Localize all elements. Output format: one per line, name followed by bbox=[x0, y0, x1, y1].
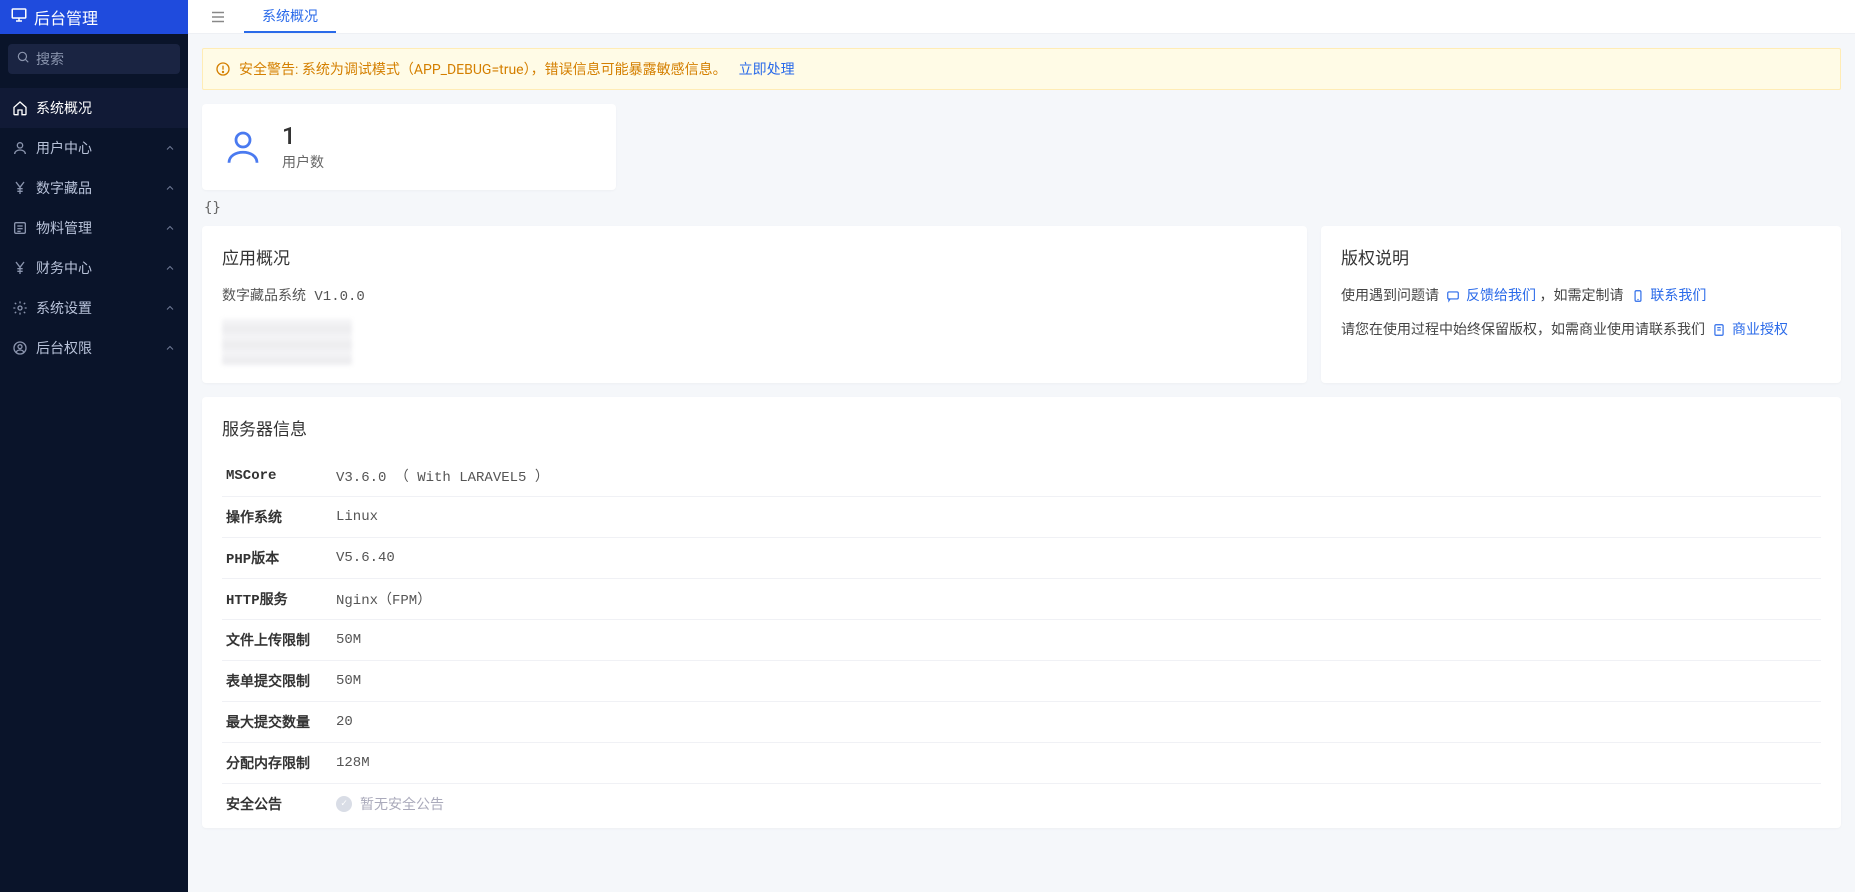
sidebar-item-label: 数字藏品 bbox=[36, 178, 92, 198]
server-key: HTTP服务 bbox=[222, 579, 332, 620]
message-icon bbox=[1446, 289, 1460, 303]
panel-app-overview: 应用概况 数字藏品系统 V1.0.0 bbox=[202, 226, 1307, 383]
panel-server-info: 服务器信息 MSCoreV3.6.0 （ With LARAVEL5 ）操作系统… bbox=[202, 397, 1841, 828]
phone-icon bbox=[1631, 289, 1645, 303]
sidebar-item-3[interactable]: 物料管理 bbox=[0, 208, 188, 248]
yen-icon bbox=[12, 180, 28, 196]
sidebar-item-6[interactable]: 后台权限 bbox=[0, 328, 188, 368]
tabs-bar: 系统概况 bbox=[188, 0, 1855, 34]
server-key: 最大提交数量 bbox=[222, 702, 332, 743]
redacted-block bbox=[222, 319, 352, 365]
server-row: PHP版本V5.6.40 bbox=[222, 538, 1821, 579]
check-circle-icon bbox=[336, 796, 352, 812]
chevron-up-icon bbox=[164, 142, 176, 154]
server-row: 文件上传限制50M bbox=[222, 620, 1821, 661]
link-contact[interactable]: 联系我们 bbox=[1650, 288, 1706, 304]
server-value: V3.6.0 （ With LARAVEL5 ） bbox=[332, 456, 1821, 497]
server-value: 20 bbox=[332, 702, 1821, 743]
list-icon bbox=[12, 220, 28, 236]
server-value: 50M bbox=[332, 661, 1821, 702]
raw-braces: {} bbox=[204, 200, 1841, 216]
alert-warning: 安全警告: 系统为调试模式（APP_DEBUG=true），错误信息可能暴露敏感… bbox=[202, 48, 1841, 90]
chevron-up-icon bbox=[164, 222, 176, 234]
sidebar-item-label: 系统概况 bbox=[36, 98, 92, 118]
chevron-up-icon bbox=[164, 262, 176, 274]
alert-text: 安全警告: 系统为调试模式（APP_DEBUG=true），错误信息可能暴露敏感… bbox=[239, 59, 727, 79]
chevron-up-icon bbox=[164, 302, 176, 314]
server-key: 表单提交限制 bbox=[222, 661, 332, 702]
sidebar-item-0[interactable]: 系统概况 bbox=[0, 88, 188, 128]
stat-value: 1 bbox=[282, 122, 324, 150]
server-row: 最大提交数量20 bbox=[222, 702, 1821, 743]
copyright-text-1b: ，如需定制请 bbox=[1539, 288, 1623, 304]
server-row: MSCoreV3.6.0 （ With LARAVEL5 ） bbox=[222, 456, 1821, 497]
server-key: 文件上传限制 bbox=[222, 620, 332, 661]
search-box[interactable] bbox=[8, 44, 180, 74]
app-version: 数字藏品系统 V1.0.0 bbox=[222, 285, 1287, 305]
sidebar-item-label: 后台权限 bbox=[36, 338, 92, 358]
yen-icon bbox=[12, 260, 28, 276]
server-row-notice: 安全公告 暂无安全公告 bbox=[222, 784, 1821, 825]
server-key: MSCore bbox=[222, 456, 332, 497]
search-icon bbox=[16, 50, 30, 68]
sidebar-item-1[interactable]: 用户中心 bbox=[0, 128, 188, 168]
main: 系统概况 安全警告: 系统为调试模式（APP_DEBUG=true），错误信息可… bbox=[188, 0, 1855, 892]
stat-label: 用户数 bbox=[282, 152, 324, 172]
brand-title: 后台管理 bbox=[34, 5, 98, 29]
menu-toggle[interactable] bbox=[198, 0, 238, 33]
user-icon bbox=[12, 140, 28, 156]
copyright-text-2a: 请您在使用过程中始终保留版权，如需商业使用请联系我们 bbox=[1341, 322, 1705, 338]
server-row: HTTP服务Nginx（FPM） bbox=[222, 579, 1821, 620]
server-value: Nginx（FPM） bbox=[332, 579, 1821, 620]
sidebar-item-label: 系统设置 bbox=[36, 298, 92, 318]
alert-action-link[interactable]: 立即处理 bbox=[739, 59, 795, 79]
server-key: 操作系统 bbox=[222, 497, 332, 538]
stat-user-count: 1 用户数 bbox=[202, 104, 616, 190]
app-overview-title: 应用概况 bbox=[222, 244, 1287, 269]
chevron-up-icon bbox=[164, 342, 176, 354]
server-value: 50M bbox=[332, 620, 1821, 661]
server-value: Linux bbox=[332, 497, 1821, 538]
sidebar-item-5[interactable]: 系统设置 bbox=[0, 288, 188, 328]
warning-icon bbox=[215, 61, 231, 77]
sidebar-item-label: 物料管理 bbox=[36, 218, 92, 238]
server-key: 安全公告 bbox=[222, 784, 332, 825]
sidebar-item-2[interactable]: 数字藏品 bbox=[0, 168, 188, 208]
chevron-up-icon bbox=[164, 182, 176, 194]
brand: 后台管理 bbox=[0, 0, 188, 34]
gear-icon bbox=[12, 300, 28, 316]
document-icon bbox=[1712, 323, 1726, 337]
server-value: 128M bbox=[332, 743, 1821, 784]
user-circle-icon bbox=[12, 340, 28, 356]
search-input[interactable] bbox=[36, 51, 172, 67]
server-empty-text: 暂无安全公告 bbox=[360, 794, 444, 814]
server-key: PHP版本 bbox=[222, 538, 332, 579]
sidebar-item-label: 财务中心 bbox=[36, 258, 92, 278]
server-row: 操作系统Linux bbox=[222, 497, 1821, 538]
panel-copyright: 版权说明 使用遇到问题请 反馈给我们 ，如需定制请 联系我们 bbox=[1321, 226, 1841, 383]
sidebar-item-label: 用户中心 bbox=[36, 138, 92, 158]
copyright-title: 版权说明 bbox=[1341, 244, 1821, 269]
link-feedback[interactable]: 反馈给我们 bbox=[1466, 288, 1536, 304]
server-value: 暂无安全公告 bbox=[332, 784, 1821, 825]
server-row: 分配内存限制128M bbox=[222, 743, 1821, 784]
server-value: V5.6.40 bbox=[332, 538, 1821, 579]
server-key: 分配内存限制 bbox=[222, 743, 332, 784]
server-info-title: 服务器信息 bbox=[222, 415, 1821, 440]
server-row: 表单提交限制50M bbox=[222, 661, 1821, 702]
sidebar: 后台管理 系统概况用户中心数字藏品物料管理财务中心系统设置后台权限 bbox=[0, 0, 188, 892]
copyright-text-1a: 使用遇到问题请 bbox=[1341, 288, 1439, 304]
user-icon bbox=[222, 126, 264, 168]
home-icon bbox=[12, 100, 28, 116]
link-license[interactable]: 商业授权 bbox=[1732, 322, 1788, 338]
tab-system-overview[interactable]: 系统概况 bbox=[244, 0, 336, 33]
monitor-icon bbox=[10, 6, 28, 28]
sidebar-item-4[interactable]: 财务中心 bbox=[0, 248, 188, 288]
